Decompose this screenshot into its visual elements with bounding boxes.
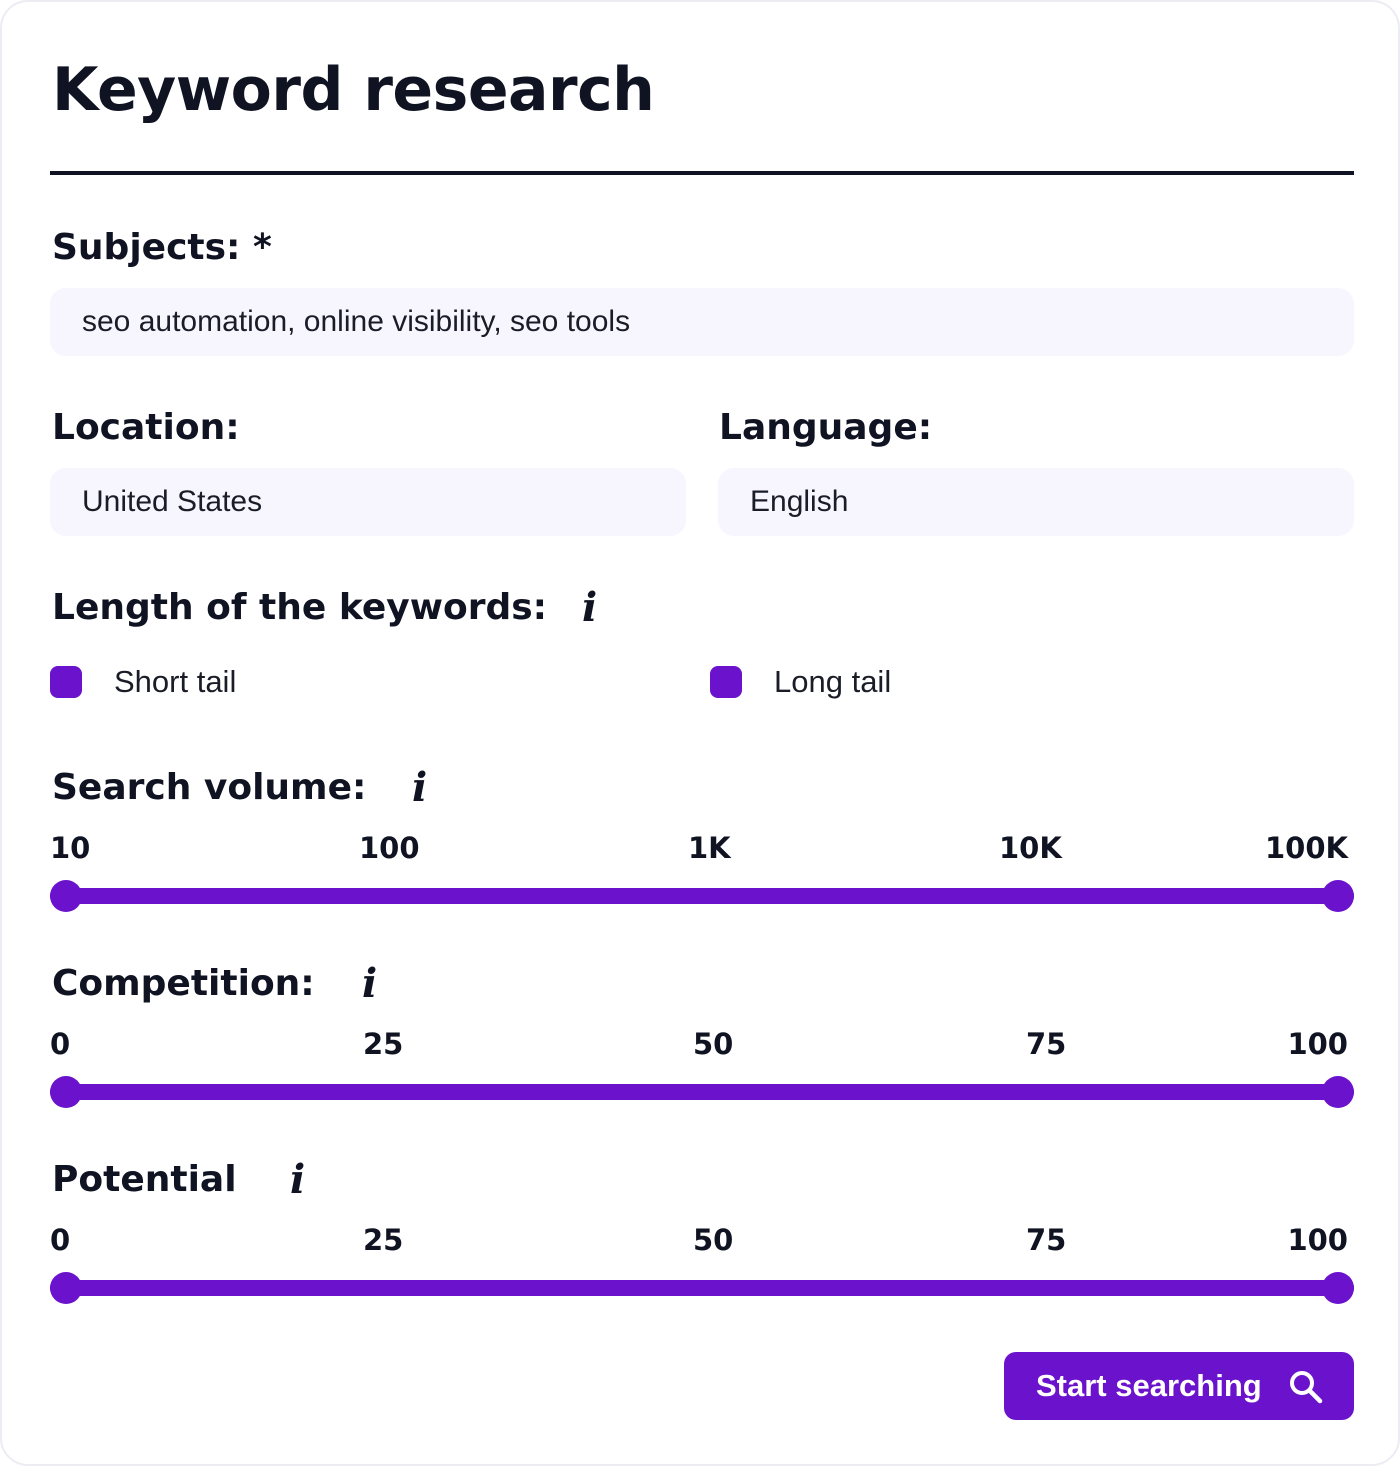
- search-volume-label: Search volume:: [52, 767, 367, 808]
- search-volume-tick: 100K: [1264, 831, 1348, 865]
- competition-label: Competition:: [52, 963, 315, 1004]
- subjects-label: Subjects: *: [52, 227, 272, 268]
- competition-min-handle[interactable]: [50, 1076, 82, 1108]
- search-volume-info-icon[interactable]: i: [412, 766, 427, 810]
- potential-tick: 25: [363, 1223, 404, 1257]
- search-volume-slider-track[interactable]: [50, 888, 1354, 904]
- language-select[interactable]: English: [718, 468, 1354, 536]
- location-select[interactable]: United States: [50, 468, 686, 536]
- short-tail-label: Short tail: [114, 664, 237, 699]
- search-icon: [1290, 1371, 1323, 1404]
- search-volume-tick: 10K: [999, 831, 1062, 865]
- search-volume-tick: 1K: [688, 831, 731, 865]
- competition-tick: 25: [363, 1027, 404, 1061]
- potential-slider-track[interactable]: [50, 1280, 1354, 1296]
- competition-slider-track[interactable]: [50, 1084, 1354, 1100]
- competition-tick: 50: [693, 1027, 734, 1061]
- potential-tick: 50: [693, 1223, 734, 1257]
- potential-tick: 100: [1287, 1223, 1348, 1257]
- potential-max-handle[interactable]: [1322, 1272, 1354, 1304]
- potential-label: Potential: [52, 1159, 237, 1200]
- start-searching-button[interactable]: Start searching: [1004, 1352, 1354, 1420]
- keyword-length-info-icon[interactable]: i: [582, 586, 597, 630]
- keyword-research-card: Keyword research Subjects: * seo automat…: [0, 0, 1400, 1466]
- long-tail-checkbox[interactable]: [710, 666, 742, 698]
- keyword-length-label: Length of the keywords:: [52, 587, 548, 628]
- competition-tick: 75: [1026, 1027, 1067, 1061]
- location-label: Location:: [52, 407, 240, 448]
- competition-info-icon[interactable]: i: [362, 962, 377, 1006]
- page-title: Keyword research: [52, 55, 655, 125]
- language-label: Language:: [719, 407, 933, 448]
- subjects-input[interactable]: seo automation, online visibility, seo t…: [50, 288, 1354, 356]
- search-volume-max-handle[interactable]: [1322, 880, 1354, 912]
- title-divider: [50, 171, 1354, 175]
- potential-tick: 75: [1026, 1223, 1067, 1257]
- short-tail-checkbox[interactable]: [50, 666, 82, 698]
- potential-info-icon[interactable]: i: [290, 1158, 305, 1202]
- potential-min-handle[interactable]: [50, 1272, 82, 1304]
- competition-max-handle[interactable]: [1322, 1076, 1354, 1108]
- search-volume-min-handle[interactable]: [50, 880, 82, 912]
- search-volume-tick: 100: [359, 831, 420, 865]
- competition-tick: 0: [50, 1027, 71, 1061]
- competition-tick: 100: [1287, 1027, 1348, 1061]
- start-searching-label: Start searching: [1036, 1368, 1262, 1403]
- long-tail-label: Long tail: [774, 664, 892, 699]
- search-volume-tick: 10: [50, 831, 91, 865]
- potential-tick: 0: [50, 1223, 71, 1257]
